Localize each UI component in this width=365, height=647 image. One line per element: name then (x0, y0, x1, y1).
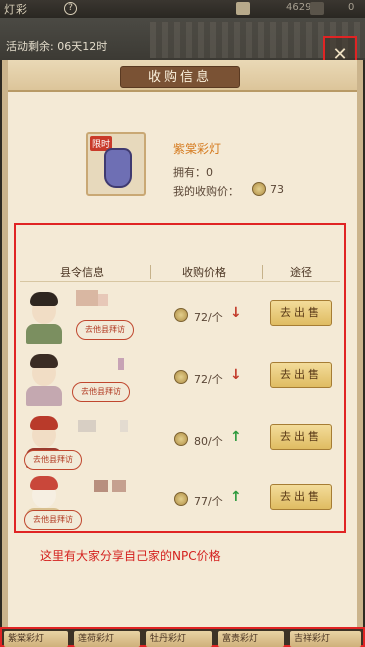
currency-icon (236, 2, 250, 15)
panel-header: 收购信息 (8, 60, 357, 92)
header-divider (150, 265, 151, 279)
game-title: 灯彩 (4, 3, 28, 16)
coin-icon (252, 182, 266, 196)
sell-button[interactable]: 去出售 (270, 424, 332, 450)
bottom-tab-bar: 紫棠彩灯 莲荷彩灯 牡丹彩灯 富贵彩灯 吉祥彩灯 (0, 627, 365, 647)
hidden-name (118, 358, 124, 370)
sell-button[interactable]: 去出售 (270, 300, 332, 326)
item-icon-box: 限时 (86, 132, 146, 196)
row-price: 72/个 (194, 373, 223, 386)
my-buy-price: 73 (270, 183, 284, 196)
item-owned: 拥有：0 (173, 166, 213, 179)
trend-down-icon: ↓ (230, 305, 242, 321)
event-timer: 活动剩余: 06天12时 (6, 40, 108, 53)
hidden-name (98, 294, 108, 306)
tab-item[interactable]: 吉祥彩灯 (290, 631, 361, 647)
header-price: 收购价格 (182, 266, 226, 279)
coin-icon (174, 432, 188, 446)
header-route: 途径 (290, 266, 312, 279)
table-row: 去他县拜访 72/个 ↓ 去出售 (20, 286, 340, 346)
hidden-name (120, 420, 128, 432)
visit-badge[interactable]: 去他县拜访 (24, 510, 82, 530)
top-bar: 灯彩 ? 46290 0 (0, 0, 365, 18)
coin-icon (174, 492, 188, 506)
panel-title: 收购信息 (120, 66, 240, 88)
visit-badge[interactable]: 去他县拜访 (24, 450, 82, 470)
trend-up-icon: ↑ (230, 489, 242, 505)
table-row: 去他县拜访 77/个 ↑ 去出售 (20, 470, 340, 530)
hidden-name (78, 420, 96, 432)
coin-icon (174, 308, 188, 322)
tab-item[interactable]: 紫棠彩灯 (4, 631, 68, 647)
visit-badge[interactable]: 去他县拜访 (76, 320, 134, 340)
item-name: 紫棠彩灯 (173, 142, 222, 156)
help-icon[interactable]: ? (64, 2, 77, 15)
tab-item[interactable]: 牡丹彩灯 (146, 631, 212, 647)
my-buy-price-label: 我的收购价： (173, 185, 239, 198)
tab-item[interactable]: 富贵彩灯 (218, 631, 284, 647)
header-divider (262, 265, 263, 279)
hidden-name (94, 480, 108, 492)
table-header: 县令信息 收购价格 途径 (20, 262, 340, 282)
resource-icon (310, 2, 324, 15)
header-magistrate: 县令信息 (60, 266, 104, 279)
row-price: 80/个 (194, 435, 223, 448)
trend-up-icon: ↑ (230, 429, 242, 445)
trend-down-icon: ↓ (230, 367, 242, 383)
row-price: 77/个 (194, 495, 223, 508)
table-row: 去他县拜访 80/个 ↑ 去出售 (20, 410, 340, 470)
table-row: 去他县拜访 72/个 ↓ 去出售 (20, 348, 340, 408)
coin-icon (174, 370, 188, 384)
resource-amount: 0 (348, 2, 355, 13)
annotation-note: 这里有大家分享自己家的NPC价格 (40, 549, 221, 563)
sell-button[interactable]: 去出售 (270, 362, 332, 388)
visit-badge[interactable]: 去他县拜访 (72, 382, 130, 402)
hidden-name (76, 290, 98, 306)
avatar (20, 286, 68, 344)
hidden-name (112, 480, 126, 492)
lantern-icon (104, 148, 132, 188)
tab-item[interactable]: 莲荷彩灯 (74, 631, 140, 647)
avatar (20, 348, 68, 406)
row-price: 72/个 (194, 311, 223, 324)
sell-button[interactable]: 去出售 (270, 484, 332, 510)
background-scene: 活动剩余: 06天12时 (0, 18, 365, 60)
